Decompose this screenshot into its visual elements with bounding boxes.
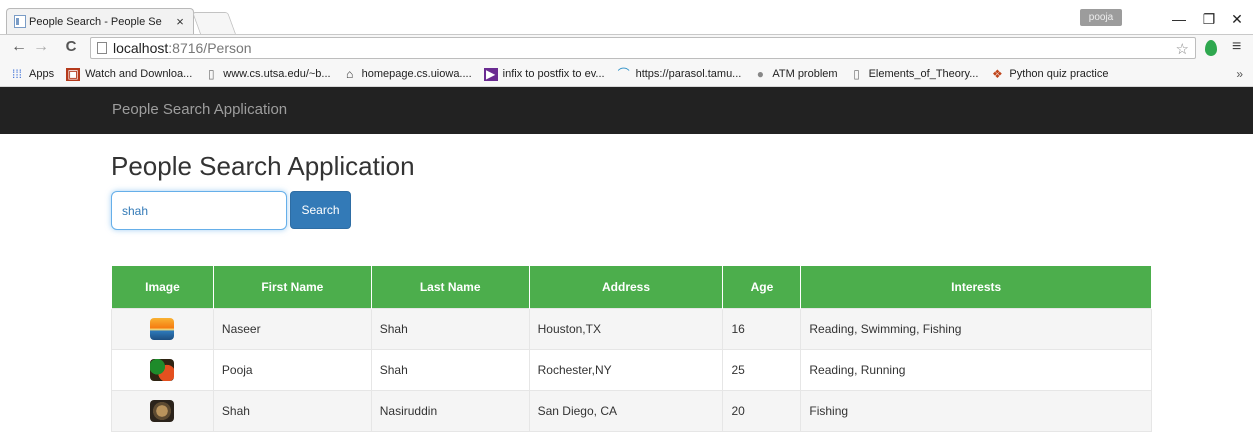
bookmark-label: Python quiz practice [1009, 68, 1109, 80]
person-photo [150, 358, 175, 381]
bookmark-python[interactable]: ❖ Python quiz practice [990, 66, 1109, 81]
new-tab-button[interactable] [191, 12, 237, 34]
navbar-brand[interactable]: People Search Application [112, 101, 287, 118]
close-window-icon[interactable]: ✕ [1229, 11, 1245, 28]
bookmark-uiowa[interactable]: ⌂ homepage.cs.uiowa.... [343, 66, 472, 81]
person-photo [150, 317, 175, 340]
bookmark-elements[interactable]: ▯ Elements_of_Theory... [850, 66, 979, 81]
cell-image [111, 348, 214, 391]
browser-tabstrip: People Search - People Se × pooja — ❐ ✕ [0, 0, 1253, 34]
bookmark-label: infix to postfix to ev... [502, 68, 605, 80]
cell-first-name: Pooja [212, 348, 372, 391]
apps-grid-icon: ⁞⁞⁞ [11, 66, 22, 81]
page-title: People Search Application [111, 151, 415, 181]
app-navbar: People Search Application [0, 87, 1253, 134]
restore-icon[interactable]: ❐ [1201, 11, 1217, 28]
profile-badge[interactable]: pooja [1080, 9, 1122, 26]
back-icon[interactable]: ← [10, 38, 28, 56]
browser-tab[interactable]: People Search - People Se × [6, 8, 194, 34]
cell-image [111, 307, 214, 350]
header-age: Age [722, 266, 802, 308]
bookmarks-bar: ⁞⁞⁞ Apps ▣ Watch and Downloa... ▯ www.cs.ut… [0, 62, 1253, 87]
url-host: localhost [113, 40, 169, 56]
page-icon: ▯ [207, 66, 215, 81]
bookmark-parasol[interactable]: ⌒ https://parasol.tamu... [617, 66, 742, 81]
forward-icon[interactable]: → [32, 38, 50, 56]
reload-icon[interactable]: C [62, 38, 80, 55]
table-row: Naseer Shah Houston,TX 16 Reading, Swimm… [111, 307, 1152, 350]
globe-icon: ● [756, 66, 764, 81]
tab-close-icon[interactable]: × [173, 14, 187, 29]
cell-interests: Reading, Running [800, 348, 1152, 391]
table-header-row: Image First Name Last Name Address Age I… [111, 266, 1152, 308]
movie-icon: ▣ [66, 66, 81, 81]
url-path: :8716/Person [168, 40, 252, 56]
bookmark-star-icon[interactable]: ☆ [1176, 40, 1189, 58]
extension-leaf-icon[interactable] [1205, 40, 1217, 56]
cell-age: 16 [722, 307, 802, 350]
header-first-name: First Name [212, 266, 372, 308]
bookmark-label: homepage.cs.uiowa.... [361, 68, 472, 80]
page-icon [97, 42, 107, 54]
arc-icon: ⌒ [617, 66, 630, 81]
header-last-name: Last Name [370, 266, 530, 308]
leaf-icon: ❖ [992, 66, 1003, 81]
cell-address: Houston,TX [528, 307, 724, 350]
page-favicon-icon [14, 15, 26, 28]
bookmark-apps[interactable]: ⁞⁞⁞ Apps [10, 66, 55, 81]
cell-address: San Diego, CA [528, 389, 724, 432]
minimize-icon[interactable]: — [1171, 11, 1187, 27]
bookmark-watch[interactable]: ▣ Watch and Downloa... [66, 66, 193, 81]
cell-age: 25 [722, 348, 802, 391]
tab-title: People Search - People Se [29, 15, 162, 28]
cell-first-name: Shah [212, 389, 372, 432]
cell-address: Rochester,NY [528, 348, 724, 391]
bookmarks-overflow-icon[interactable]: » [1236, 67, 1243, 81]
visual-studio-icon: ▶ [483, 67, 498, 81]
cell-age: 20 [722, 389, 802, 432]
bookmark-label: ATM problem [772, 68, 838, 80]
table-row: Pooja Shah Rochester,NY 25 Reading, Runn… [111, 348, 1152, 391]
cell-last-name: Nasiruddin [370, 389, 530, 432]
cell-interests: Reading, Swimming, Fishing [800, 307, 1152, 350]
search-button[interactable]: Search [290, 191, 351, 229]
browser-toolbar: ← → C localhost:8716/Person ☆ ≡ [0, 34, 1253, 62]
header-address: Address [528, 266, 724, 308]
bookmark-label: Watch and Downloa... [85, 68, 193, 80]
header-interests: Interests [800, 266, 1152, 308]
search-input[interactable] [111, 191, 287, 230]
bookmark-utsa[interactable]: ▯ www.cs.utsa.edu/~b... [204, 66, 331, 81]
bookmark-infix[interactable]: ▶ infix to postfix to ev... [483, 67, 605, 81]
results-table: Image First Name Last Name Address Age I… [111, 266, 1152, 432]
bookmark-label: Elements_of_Theory... [868, 68, 979, 80]
cell-interests: Fishing [800, 389, 1152, 432]
cell-image [111, 389, 214, 432]
page-icon: ▯ [853, 66, 860, 81]
bookmark-label: https://parasol.tamu... [635, 68, 742, 80]
menu-icon[interactable]: ≡ [1232, 38, 1241, 56]
bookmark-label: Apps [29, 68, 55, 80]
table-row: Shah Nasiruddin San Diego, CA 20 Fishing [111, 389, 1152, 432]
address-bar[interactable]: localhost:8716/Person ☆ [90, 37, 1196, 59]
building-icon: ⌂ [345, 66, 354, 81]
bookmark-atm[interactable]: ● ATM problem [753, 66, 838, 81]
header-image: Image [111, 266, 214, 308]
cell-last-name: Shah [370, 307, 530, 350]
cell-last-name: Shah [370, 348, 530, 391]
person-photo [150, 399, 175, 422]
bookmark-label: www.cs.utsa.edu/~b... [223, 68, 331, 80]
cell-first-name: Naseer [212, 307, 372, 350]
